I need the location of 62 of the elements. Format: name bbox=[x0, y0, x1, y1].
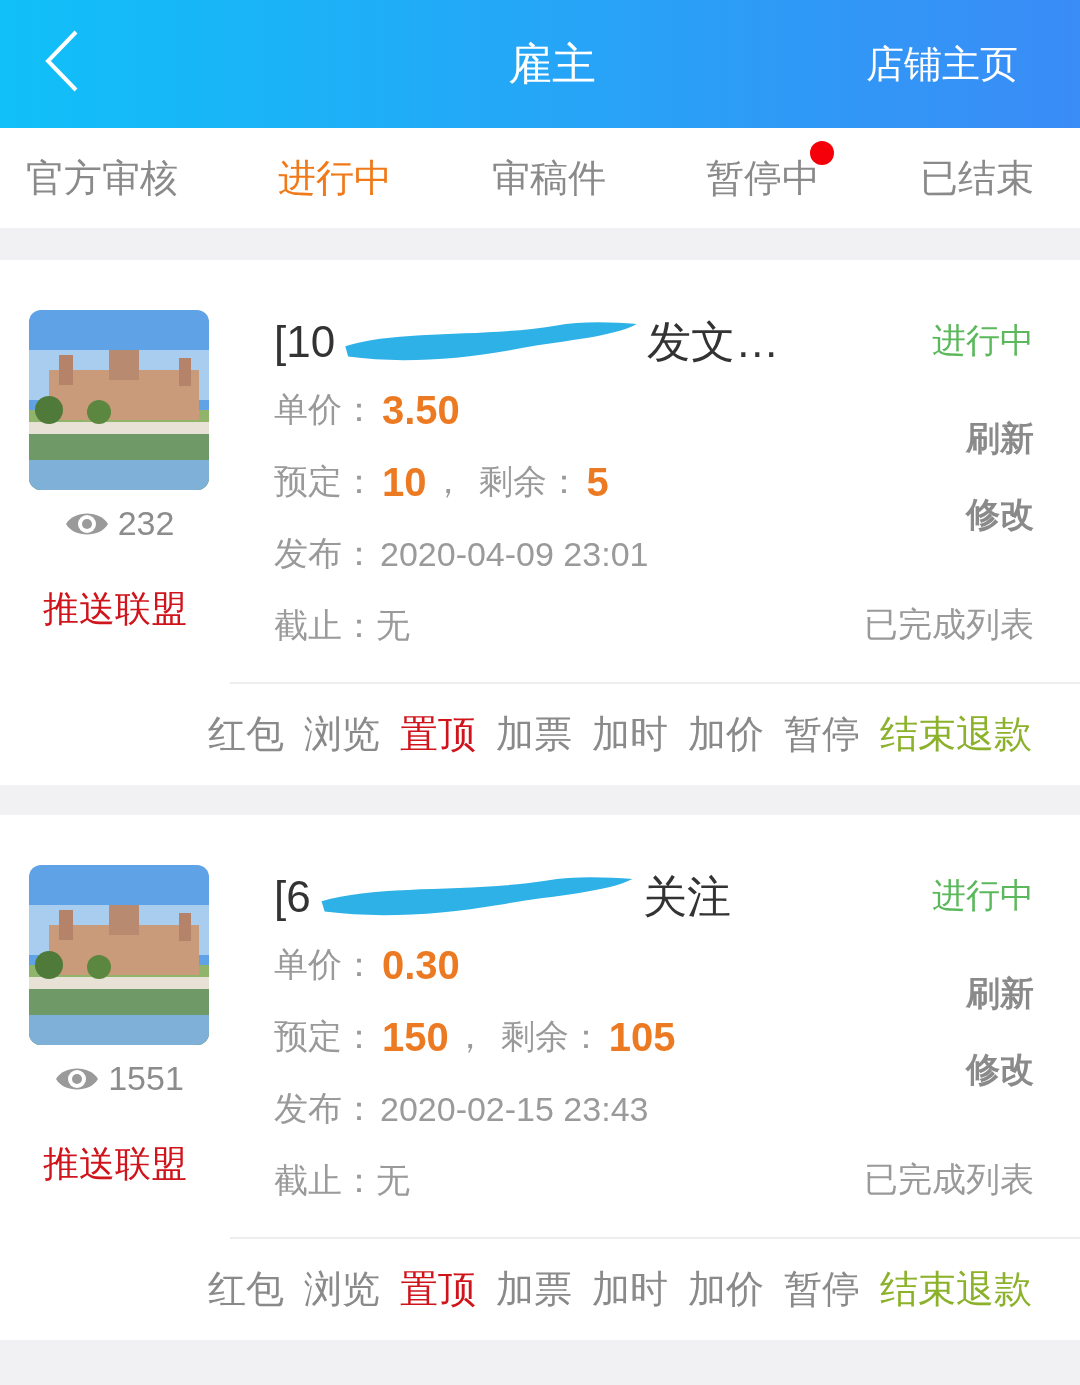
completed-list-link[interactable]: 已完成列表 bbox=[864, 602, 1034, 648]
action-button[interactable]: 暂停 bbox=[784, 1264, 860, 1315]
booked-label: 预定： bbox=[274, 1015, 376, 1058]
booked-label: 预定： bbox=[274, 460, 376, 503]
remaining-value: 5 bbox=[586, 459, 609, 505]
action-button[interactable]: 加票 bbox=[496, 1264, 572, 1315]
price-label: 单价： bbox=[274, 943, 376, 986]
booked-value: 10 bbox=[382, 459, 427, 505]
action-button[interactable]: 暂停 bbox=[784, 709, 860, 760]
published-time: 2020-02-15 23:43 bbox=[380, 1089, 649, 1129]
action-button[interactable]: 加时 bbox=[592, 1264, 668, 1315]
action-button[interactable]: 加时 bbox=[592, 709, 668, 760]
view-count: 232 bbox=[117, 504, 175, 543]
page-title: 雇主 bbox=[508, 36, 596, 91]
action-button[interactable]: 结束退款 bbox=[880, 709, 1032, 760]
deadline-label: 截止： bbox=[274, 604, 376, 647]
action-button[interactable]: 红包 bbox=[208, 709, 284, 760]
task-status: 进行中 bbox=[932, 319, 1034, 362]
deadline-value: 无 bbox=[376, 1159, 410, 1202]
published-label: 发布： bbox=[274, 1087, 376, 1130]
task-title: [6 bbox=[274, 872, 311, 922]
separator: ， bbox=[430, 460, 465, 503]
tab[interactable]: 审稿件 bbox=[492, 146, 606, 210]
action-button[interactable]: 加票 bbox=[496, 709, 572, 760]
action-button[interactable]: 浏览 bbox=[304, 1264, 380, 1315]
side-action-button[interactable]: 刷新 bbox=[966, 416, 1034, 462]
task-status: 进行中 bbox=[932, 874, 1034, 917]
action-button[interactable]: 置顶 bbox=[400, 1264, 476, 1315]
tab[interactable]: 官方审核 bbox=[26, 146, 178, 210]
published-label: 发布： bbox=[274, 532, 376, 575]
side-action-button[interactable]: 修改 bbox=[966, 1047, 1034, 1093]
deadline-value: 无 bbox=[376, 604, 410, 647]
shop-home-link[interactable]: 店铺主页 bbox=[866, 38, 1018, 90]
view-count: 1551 bbox=[108, 1059, 184, 1098]
action-button[interactable]: 红包 bbox=[208, 1264, 284, 1315]
tab[interactable]: 已结束 bbox=[920, 146, 1034, 210]
action-button[interactable]: 置顶 bbox=[400, 709, 476, 760]
price-value: 3.50 bbox=[382, 387, 460, 433]
tab[interactable]: 暂停中 bbox=[706, 146, 820, 210]
side-action-button[interactable]: 刷新 bbox=[966, 971, 1034, 1017]
completed-list-link[interactable]: 已完成列表 bbox=[864, 1157, 1034, 1203]
booked-value: 150 bbox=[382, 1014, 449, 1060]
remaining-label: 剩余： bbox=[500, 1015, 603, 1058]
push-alliance-button[interactable]: 推送联盟 bbox=[43, 585, 187, 634]
tab[interactable]: 进行中 bbox=[278, 146, 392, 210]
action-button[interactable]: 浏览 bbox=[304, 709, 380, 760]
action-button[interactable]: 结束退款 bbox=[880, 1264, 1032, 1315]
price-value: 0.30 bbox=[382, 942, 460, 988]
deadline-label: 截止： bbox=[274, 1159, 376, 1202]
back-icon bbox=[44, 29, 80, 93]
action-button[interactable]: 加价 bbox=[688, 1264, 764, 1315]
task-title: [10 bbox=[274, 317, 336, 367]
task-title: 发文… bbox=[647, 315, 780, 368]
remaining-value: 105 bbox=[608, 1014, 676, 1060]
side-action-button[interactable]: 修改 bbox=[966, 492, 1034, 538]
push-alliance-button[interactable]: 推送联盟 bbox=[43, 1140, 187, 1189]
separator: ， bbox=[452, 1015, 487, 1058]
action-button[interactable]: 加价 bbox=[688, 709, 764, 760]
price-label: 单价： bbox=[274, 388, 376, 431]
published-time: 2020-04-09 23:01 bbox=[380, 534, 649, 574]
task-title: 关注 bbox=[642, 870, 731, 923]
remaining-label: 剩余： bbox=[478, 460, 581, 503]
